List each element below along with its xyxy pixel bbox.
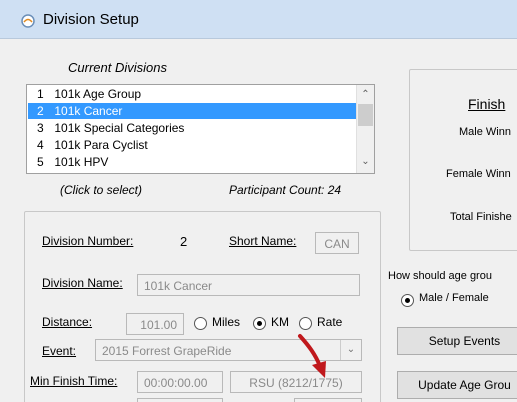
male-winners-label: Male Winn [459, 126, 511, 138]
window-title: Division Setup [43, 11, 139, 28]
distance-field[interactable]: 101.00 [126, 313, 184, 335]
km-radio[interactable] [253, 317, 266, 330]
chevron-down-icon[interactable]: ⌄ [340, 340, 361, 360]
male-female-radio[interactable] [401, 294, 414, 307]
title-bar[interactable]: Division Setup [0, 0, 517, 39]
male-female-label: Male / Female [419, 292, 489, 304]
finish-title: Finish [468, 96, 506, 112]
rate-radio[interactable] [299, 317, 312, 330]
scroll-thumb[interactable] [358, 104, 373, 126]
age-group-question: How should age grou [388, 270, 492, 282]
division-name-field[interactable]: 101k Cancer [137, 274, 360, 296]
app-icon [21, 14, 35, 28]
list-scrollbar[interactable]: ⌃ ⌄ [356, 85, 374, 173]
division-number-value: 2 [180, 234, 188, 249]
miles-radio[interactable] [194, 317, 207, 330]
min-finish-time-field[interactable]: 00:00:00.00 [137, 371, 223, 393]
current-divisions-header: Current Divisions [68, 60, 167, 75]
list-item-selected[interactable]: 2 101k Cancer [28, 103, 356, 119]
km-label: KM [271, 315, 289, 329]
total-finishers-label: Total Finishe [450, 211, 512, 223]
divisions-list[interactable]: 1 101k Age Group 2 101k Cancer 3 101k Sp… [26, 84, 375, 174]
lower-field[interactable] [137, 398, 223, 402]
division-name-label: Division Name: [42, 276, 123, 290]
event-label: Event: [42, 344, 77, 358]
short-name-field[interactable]: CAN [315, 232, 359, 254]
distance-label: Distance: [42, 315, 93, 329]
list-item[interactable]: 3 101k Special Categories [28, 120, 356, 136]
scroll-up-icon[interactable]: ⌃ [357, 86, 374, 103]
min-finish-time-label: Min Finish Time: [30, 374, 118, 388]
female-winners-label: Female Winn [446, 168, 511, 180]
participant-count: Participant Count: 24 [229, 183, 342, 197]
scroll-down-icon[interactable]: ⌄ [357, 153, 374, 170]
division-number-label: Division Number: [42, 234, 134, 248]
list-item[interactable]: 1 101k Age Group [28, 86, 356, 102]
annotation-arrow-icon [298, 334, 326, 378]
setup-events-button[interactable]: Setup Events [397, 327, 517, 355]
short-name-label: Short Name: [229, 234, 297, 248]
division-setup-window: Division Setup Current Divisions 1 101k … [0, 0, 517, 402]
click-to-select-hint: (Click to select) [60, 183, 143, 197]
list-item[interactable]: 5 101k HPV [28, 154, 356, 170]
rate-label: Rate [317, 315, 343, 329]
list-item[interactable]: 4 101k Para Cyclist [28, 137, 356, 153]
lower-field-right[interactable] [294, 398, 362, 402]
miles-label: Miles [212, 315, 241, 329]
update-age-groups-button[interactable]: Update Age Grou [397, 371, 517, 399]
